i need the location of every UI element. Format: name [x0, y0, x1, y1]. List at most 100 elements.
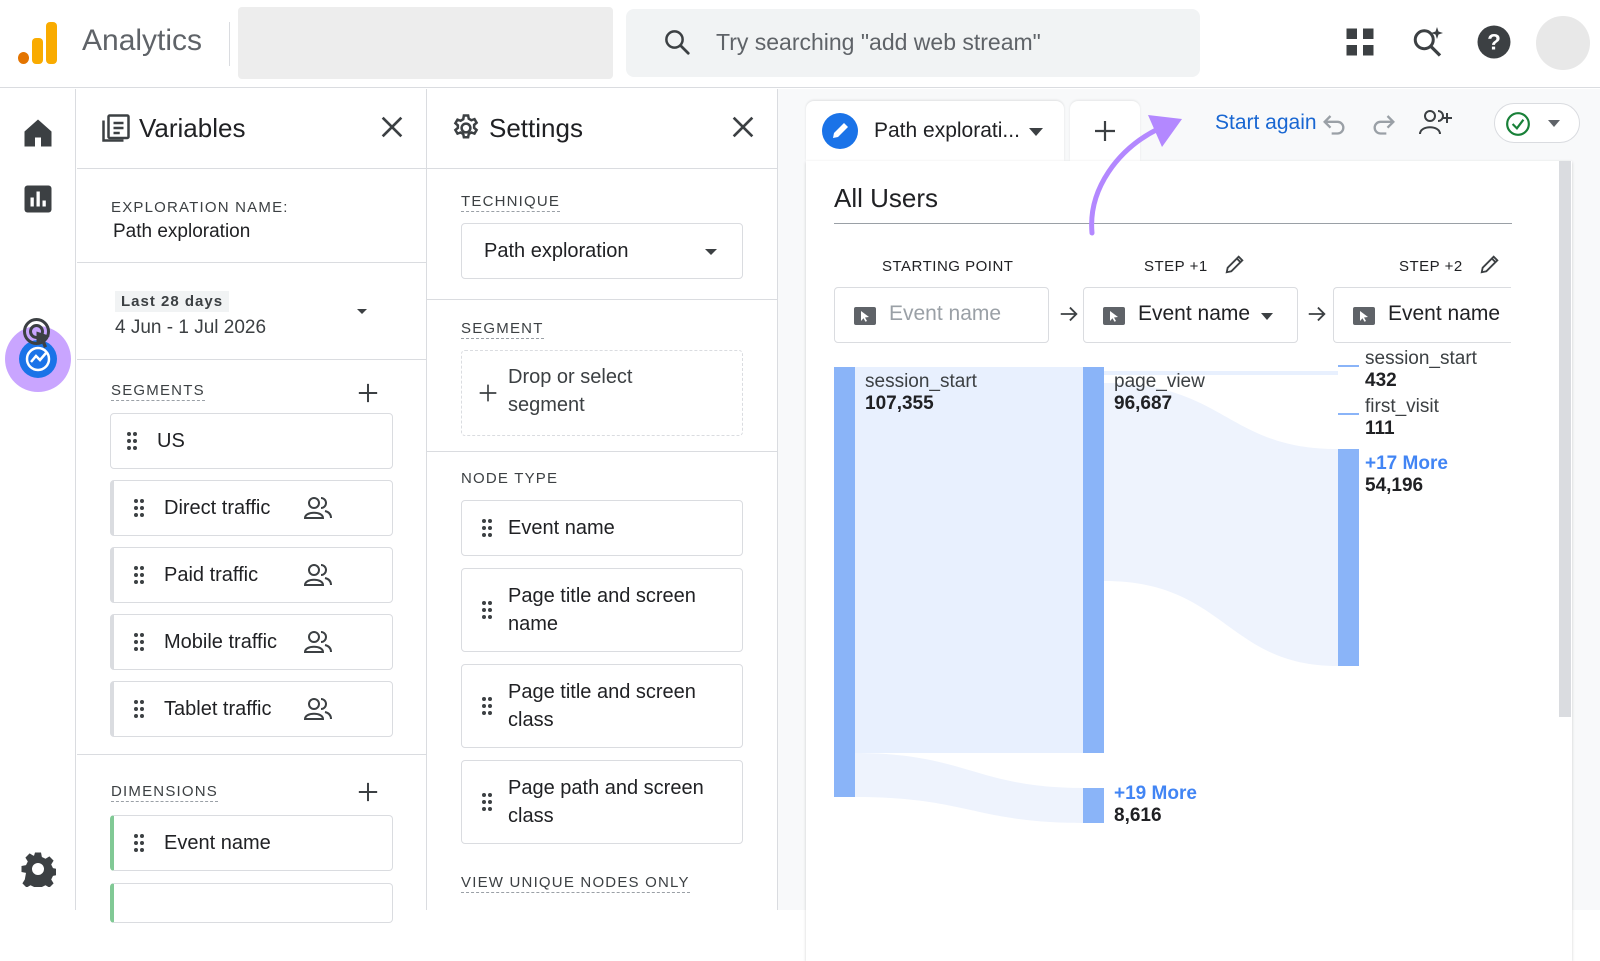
segment-chip-us[interactable]: US: [110, 413, 393, 469]
edit-step2-pencil-icon[interactable]: [1479, 253, 1501, 275]
analytics-logo-icon[interactable]: [18, 22, 58, 64]
node-bar-session-start[interactable]: [834, 367, 855, 797]
drag-handle-icon[interactable]: [134, 499, 144, 517]
view-unique-nodes-label[interactable]: VIEW UNIQUE NODES ONLY: [461, 874, 690, 893]
users-icon: [304, 631, 332, 653]
node-type-page-title-screen-class[interactable]: Page title and screen class: [461, 664, 743, 748]
search-icon: [665, 30, 690, 55]
technique-select[interactable]: Path exploration: [461, 223, 743, 279]
segment-chip-paid-traffic[interactable]: Paid traffic: [110, 547, 393, 603]
exploration-name-section: EXPLORATION NAME: Path exploration: [77, 169, 426, 263]
variables-header: Variables: [77, 89, 426, 169]
segment-drop-zone[interactable]: Drop or select segment: [461, 350, 743, 436]
node-value-step2-session-start: 432: [1365, 370, 1397, 391]
scrollbar[interactable]: [1559, 161, 1571, 717]
variables-icon: [102, 114, 130, 142]
close-settings-icon[interactable]: [729, 113, 757, 141]
exploration-name-input[interactable]: Path exploration: [113, 221, 250, 243]
property-selector[interactable]: [238, 7, 613, 79]
dimension-chip-event-name[interactable]: Event name: [110, 815, 393, 871]
chevron-down-icon: [705, 249, 717, 255]
step1-event-select[interactable]: Event name: [1083, 287, 1298, 343]
node-type-label: NODE TYPE: [461, 470, 559, 487]
start-again-link[interactable]: Start again: [1215, 111, 1317, 135]
node-bar-step2-first-visit[interactable]: [1338, 413, 1359, 415]
advertising-icon[interactable]: [20, 315, 56, 351]
node-type-event-name[interactable]: Event name: [461, 500, 743, 556]
step-header-starting-point: STARTING POINT: [882, 258, 1014, 275]
dimension-chip-partial[interactable]: [110, 883, 393, 923]
node-type-section: NODE TYPE Event name Page title and scre…: [427, 452, 777, 910]
cursor-click-icon: [1103, 307, 1125, 325]
drag-handle-icon[interactable]: [482, 601, 492, 619]
drag-handle-icon[interactable]: [134, 566, 144, 584]
date-dropdown-icon[interactable]: [355, 307, 369, 317]
node-label-step1-more[interactable]: +19 More: [1114, 783, 1197, 805]
segment-label: US: [157, 430, 185, 452]
cursor-click-icon: [1353, 307, 1375, 325]
drag-handle-icon[interactable]: [127, 432, 137, 450]
help-icon[interactable]: ?: [1476, 24, 1512, 60]
share-user-icon[interactable]: [1418, 107, 1454, 137]
node-type-text: Page path and screen class: [508, 777, 704, 827]
node-type-page-title-screen-name[interactable]: Page title and screen name: [461, 568, 743, 652]
close-variables-icon[interactable]: [378, 113, 406, 141]
redo-icon[interactable]: [1370, 109, 1398, 137]
date-range-section[interactable]: Last 28 days 4 Jun - 1 Jul 2026: [77, 263, 426, 360]
chevron-down-icon: [1548, 120, 1560, 127]
node-bar-step2-session-start[interactable]: [1338, 365, 1359, 367]
admin-gear-icon[interactable]: [20, 851, 56, 887]
home-icon[interactable]: [20, 115, 56, 151]
node-label-step2-more[interactable]: +17 More: [1365, 453, 1448, 475]
add-dimension-icon[interactable]: [357, 781, 379, 803]
settings-header: Settings: [427, 89, 777, 169]
variables-title: Variables: [139, 113, 246, 143]
node-value-page-view: 96,687: [1114, 393, 1173, 414]
technique-label: TECHNIQUE: [461, 193, 561, 212]
tab-path-exploration[interactable]: Path explorati...: [806, 101, 1064, 161]
drag-handle-icon[interactable]: [482, 793, 492, 811]
node-bar-page-view[interactable]: [1083, 367, 1104, 753]
node-value-step1-more: 8,616: [1114, 805, 1162, 826]
node-bar-step2-more[interactable]: [1338, 449, 1359, 666]
top-bar: Analytics Try searching "add web stream"…: [0, 0, 1600, 88]
starting-point-event-select[interactable]: Event name: [834, 287, 1049, 343]
exploration-name-label: EXPLORATION NAME:: [111, 199, 289, 216]
segments-section: SEGMENTS US Direct traffic Paid traffic …: [77, 360, 426, 755]
undo-icon[interactable]: [1320, 109, 1348, 137]
apps-grid-icon[interactable]: [1342, 24, 1378, 60]
drag-handle-icon[interactable]: [134, 700, 144, 718]
event-select-value: Event name: [1388, 302, 1501, 325]
edit-step1-pencil-icon[interactable]: [1224, 253, 1246, 275]
node-bar-step1-more[interactable]: [1083, 788, 1104, 823]
segment-chip-mobile-traffic[interactable]: Mobile traffic: [110, 614, 393, 670]
account-avatar[interactable]: [1536, 16, 1590, 70]
segment-chip-direct-traffic[interactable]: Direct traffic: [110, 480, 393, 536]
segment-label: Paid traffic: [164, 564, 259, 586]
step2-event-select[interactable]: Event name: [1333, 287, 1511, 343]
segment-chip-tablet-traffic[interactable]: Tablet traffic: [110, 681, 393, 737]
drag-handle-icon[interactable]: [482, 519, 492, 537]
add-icon: [479, 384, 497, 402]
drag-handle-icon[interactable]: [482, 697, 492, 715]
node-type-page-path-screen-class[interactable]: Page path and screen class: [461, 760, 743, 844]
date-preset-label: Last 28 days: [115, 291, 230, 312]
segment-drop-section: SEGMENT Drop or select segment: [427, 300, 777, 452]
dimensions-label: DIMENSIONS: [111, 783, 219, 802]
search-bar[interactable]: Try searching "add web stream": [626, 9, 1200, 77]
exploration-canvas: Path explorati... Start again All Users …: [778, 89, 1600, 961]
search-insights-icon[interactable]: [1410, 24, 1446, 60]
reports-icon[interactable]: [20, 181, 56, 217]
arrow-right-icon: [1308, 306, 1326, 322]
header-divider: [229, 22, 230, 66]
technique-value: Path exploration: [484, 240, 629, 262]
chevron-down-icon: [1261, 313, 1273, 320]
annotation-arrow-icon: [1089, 115, 1182, 236]
arrow-right-icon: [1060, 306, 1078, 322]
drag-handle-icon[interactable]: [134, 834, 144, 852]
add-segment-icon[interactable]: [357, 382, 379, 404]
tab-dropdown-icon[interactable]: [1028, 127, 1044, 137]
drag-handle-icon[interactable]: [134, 633, 144, 651]
node-label-page-view: page_view: [1114, 371, 1205, 392]
save-status-button[interactable]: [1494, 103, 1580, 143]
